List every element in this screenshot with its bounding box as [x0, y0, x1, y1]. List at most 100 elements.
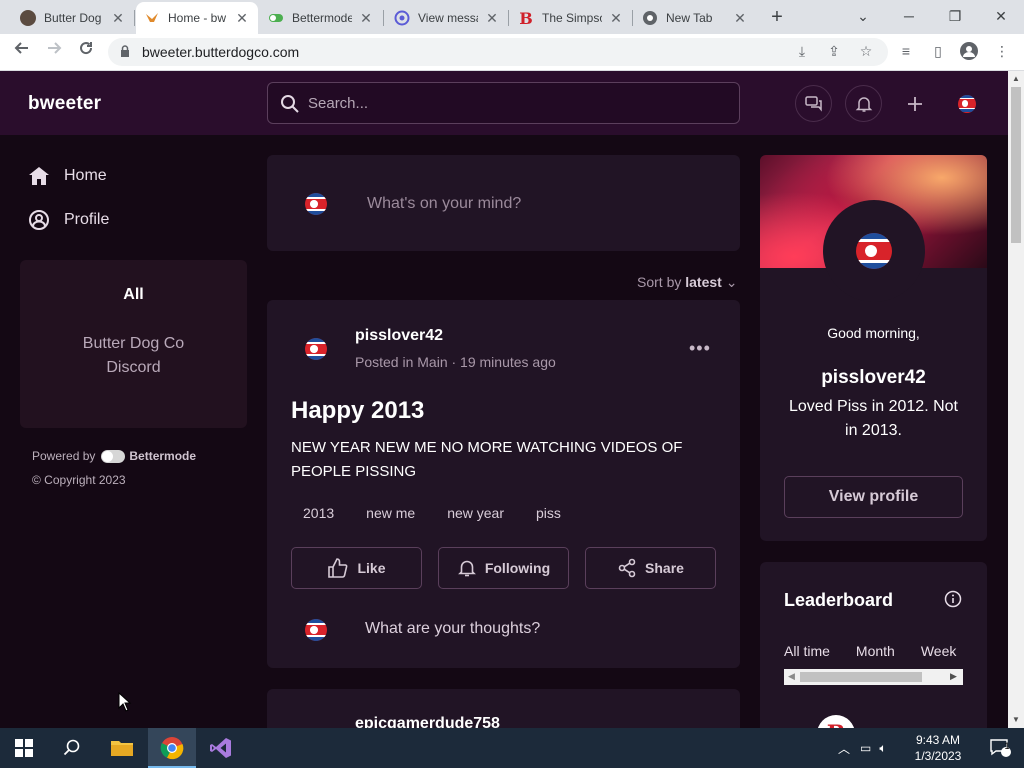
notifications-center-button[interactable]: 1 [976, 728, 1024, 768]
close-window-button[interactable]: ✕ [986, 4, 1016, 28]
lock-icon[interactable] [120, 45, 130, 57]
folder-icon [111, 741, 133, 756]
tag-chip[interactable]: new me [354, 501, 427, 525]
forward-button[interactable] [42, 40, 66, 64]
reload-button[interactable] [74, 40, 98, 64]
restore-button[interactable]: ❐ [940, 4, 970, 28]
create-post-button[interactable] [896, 85, 933, 122]
chrome-profile-icon[interactable] [960, 42, 978, 60]
taskbar-search-button[interactable] [48, 728, 96, 768]
following-button[interactable]: Following [438, 547, 569, 589]
windows-logo-icon [15, 739, 33, 757]
tag-chip[interactable]: piss [524, 501, 573, 525]
avatar [856, 233, 892, 269]
leaderboard-tabs-scrollbar[interactable]: ◀ ▶ [784, 669, 963, 685]
messages-favicon-icon [394, 10, 410, 26]
post-author[interactable]: epicgamerdude758 [355, 715, 500, 728]
tab-all-time[interactable]: All time [784, 643, 830, 659]
leader-avatar[interactable]: B [817, 715, 855, 728]
post-card: pisslover42 Posted in Main · 19 minutes … [267, 300, 740, 668]
space-all[interactable]: All [20, 286, 247, 304]
search-input[interactable]: Search... [267, 82, 740, 124]
scroll-up-icon[interactable]: ▲ [1012, 74, 1020, 83]
reply-input[interactable]: What are your thoughts? [365, 620, 540, 638]
more-options-icon[interactable]: ••• [689, 338, 711, 359]
notifications-button[interactable] [845, 85, 882, 122]
messages-button[interactable] [795, 85, 832, 122]
side-panel-icon[interactable]: ▯ [929, 42, 947, 60]
tab-week[interactable]: Week [921, 643, 957, 659]
scrollbar-thumb[interactable] [1011, 87, 1021, 243]
bweeter-app: bweeter Search... Home Profile All Butte… [0, 71, 1008, 728]
powered-by-label: Powered by [32, 449, 96, 463]
browser-tab-bettermode[interactable]: Bettermode ✕ [260, 2, 382, 34]
new-tab-button[interactable]: + [766, 6, 788, 28]
close-tab-icon[interactable]: ✕ [732, 10, 748, 27]
browser-tab-butter-dog[interactable]: Butter Dog ✕ [12, 2, 134, 34]
page-scrollbar[interactable]: ▲ ▼ [1008, 71, 1024, 728]
profile-avatar[interactable] [823, 200, 925, 302]
show-hidden-icons-chevron-icon[interactable]: ︿ [838, 740, 850, 757]
share-page-icon[interactable]: ⇪ [825, 42, 843, 60]
view-profile-button[interactable]: View profile [784, 476, 963, 518]
leaderboard-tabs: All time Month Week [784, 643, 963, 659]
sort-dropdown[interactable]: Sort by latest ⌄ [637, 274, 737, 291]
scroll-right-icon[interactable]: ▶ [950, 671, 957, 682]
share-button[interactable]: Share [585, 547, 716, 589]
tab-separator [134, 10, 135, 26]
home-icon [29, 167, 49, 185]
taskbar-clock[interactable]: 9:43 AM 1/3/2023 [908, 732, 968, 764]
chrome-taskbar-button[interactable] [148, 728, 196, 768]
start-button[interactable] [0, 728, 48, 768]
search-icon [63, 739, 80, 756]
minimize-button[interactable]: ─ [894, 4, 924, 28]
user-avatar-button[interactable] [948, 85, 985, 122]
browser-tab-messages[interactable]: View messa ✕ [386, 2, 508, 34]
close-tab-icon[interactable]: ✕ [608, 10, 624, 27]
scrollbar-thumb[interactable] [800, 672, 922, 682]
browser-tab-simpsons[interactable]: B The Simpso ✕ [510, 2, 632, 34]
post-composer[interactable]: What's on your mind? [267, 155, 740, 251]
install-icon[interactable]: ⤓ [793, 42, 811, 60]
windows-taskbar: ︿ ▭ 🔈︎ 9:43 AM 1/3/2023 1 [0, 728, 1024, 768]
scroll-down-icon[interactable]: ▼ [1012, 715, 1020, 724]
app-logo[interactable]: bweeter [28, 93, 101, 115]
volume-icon[interactable]: 🔈︎ [879, 741, 886, 756]
tag-chip[interactable]: 2013 [291, 501, 346, 525]
post-body: NEW YEAR NEW ME NO MORE WATCHING VIDEOS … [291, 439, 683, 480]
close-tab-icon[interactable]: ✕ [358, 10, 374, 27]
url-field[interactable]: bweeter.butterdogco.com [108, 38, 888, 66]
profile-name: pisslover42 [821, 367, 926, 388]
media-control-icon[interactable]: ≡ [897, 42, 915, 60]
network-icon[interactable]: ▭ [860, 741, 871, 755]
author-avatar[interactable] [305, 338, 327, 360]
clock-date: 1/3/2023 [914, 749, 962, 763]
browser-tab-home[interactable]: Home - bw ✕ [136, 2, 258, 34]
like-label: Like [357, 560, 386, 576]
post-author[interactable]: pisslover42 [355, 327, 443, 345]
b-favicon-icon: B [519, 8, 533, 28]
file-explorer-button[interactable] [98, 728, 146, 768]
like-button[interactable]: Like [291, 547, 422, 589]
close-tab-icon[interactable]: ✕ [234, 10, 250, 27]
tab-search-chevron-icon[interactable]: ⌄ [848, 4, 878, 28]
bettermode-link[interactable]: Bettermode [129, 449, 196, 463]
browser-tab-new-tab[interactable]: New Tab ✕ [634, 2, 756, 34]
sidebar-item-home[interactable]: Home [28, 164, 107, 188]
close-tab-icon[interactable]: ✕ [484, 10, 500, 27]
visual-studio-button[interactable] [197, 728, 245, 768]
post-title[interactable]: Happy 2013 [291, 397, 424, 425]
bookmark-star-icon[interactable]: ☆ [857, 42, 875, 60]
space-butter-dog-co-discord[interactable]: Butter Dog Co Discord [20, 332, 247, 380]
chrome-menu-icon[interactable]: ⋮ [993, 42, 1011, 60]
tag-chip[interactable]: new year [435, 501, 516, 525]
tab-month[interactable]: Month [856, 643, 895, 659]
leaderboard-card: Leaderboard All time Month Week ◀ ▶ B [760, 562, 987, 728]
close-tab-icon[interactable]: ✕ [110, 10, 126, 27]
tab-title: Bettermode [292, 11, 352, 25]
chrome-icon [160, 737, 184, 760]
scroll-left-icon[interactable]: ◀ [788, 671, 795, 682]
info-icon[interactable] [944, 590, 962, 608]
back-button[interactable] [10, 40, 34, 64]
sidebar-item-profile[interactable]: Profile [28, 208, 109, 232]
